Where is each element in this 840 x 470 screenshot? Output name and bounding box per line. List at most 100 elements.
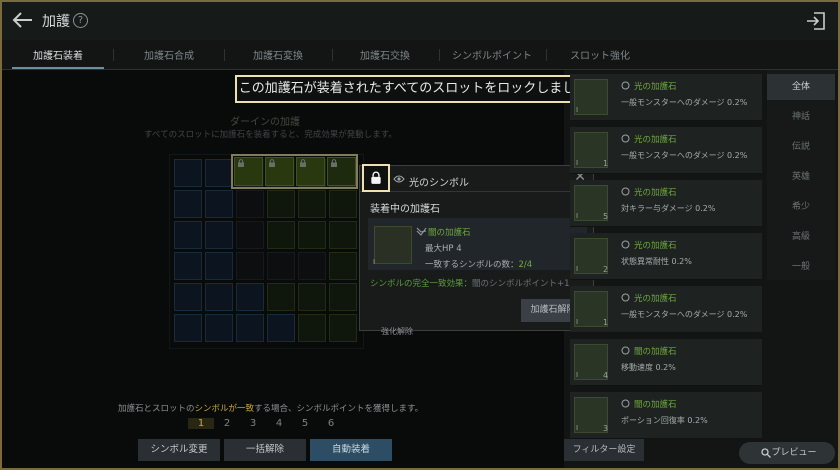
preview-label: プレビュー [771, 448, 817, 458]
stone-count: 2 [603, 265, 609, 274]
page-title: 加護 [42, 14, 70, 30]
page-number[interactable]: 4 [266, 418, 292, 429]
top-bar: 加護 ? [2, 2, 838, 40]
page-number[interactable]: 1 [188, 418, 214, 429]
stone-level: I [576, 212, 579, 220]
symbol-icon [621, 81, 630, 90]
hint-highlight: シンボルが一致 [194, 404, 255, 414]
symbol-change-button[interactable]: シンボル変更 [138, 439, 220, 461]
search-icon [761, 448, 771, 458]
stone-effect: 対キラー与ダメージ 0.2% [621, 204, 716, 213]
symbol-icon [621, 399, 630, 408]
stone-level: I [576, 318, 579, 326]
page-number[interactable]: 5 [292, 418, 318, 429]
stone-count: 1 [603, 159, 609, 168]
stone-level: I [576, 159, 579, 167]
light-symbol-icon [393, 175, 405, 183]
release-all-button[interactable]: 一括解除 [224, 439, 306, 461]
filter-4[interactable]: 希少 [767, 194, 835, 220]
stone-list-item[interactable]: I 3 闇の加護石ポーション回復率 0.2% [570, 392, 762, 439]
filter-1[interactable]: 神話 [767, 104, 835, 130]
stone-name: 闇の加護石 [634, 347, 677, 357]
stone-thumbnail [574, 79, 608, 115]
popup-title: 光のシンボル [409, 178, 469, 189]
stone-name: 光の加護石 [634, 188, 677, 198]
match-value: 2/4 [518, 260, 533, 270]
lock-toggle-button[interactable] [362, 164, 390, 192]
auto-equip-button[interactable]: 自動装着 [310, 439, 392, 461]
page-selector: 123456 [188, 418, 344, 429]
stone-list-item[interactable]: I 4 闇の加護石移動速度 0.2% [570, 339, 762, 386]
stone-count: 1 [603, 318, 609, 327]
popup-subtitle: 装着中の加護石 [370, 204, 440, 215]
grade-filter: 全体神話伝説英雄希少高級一般 [767, 70, 835, 280]
symbol-popup: 光のシンボル ✕ 装着中の加護石 I 闇の加護石 最大HP 4 一致するシンボル… [359, 165, 594, 331]
stone-name: 闇の加護石 [634, 400, 677, 410]
match-label: 一致するシンボルの数： [425, 260, 519, 270]
stone-list-item[interactable]: I 2 光の加護石状態異常耐性 0.2% [570, 233, 762, 280]
tab-convert[interactable]: 加護石変換 [226, 47, 330, 62]
back-arrow-icon[interactable] [12, 11, 34, 29]
stone-list-item[interactable]: I 5 光の加護石対キラー与ダメージ 0.2% [570, 180, 762, 227]
tab-bar: 加護石装着 加護石合成 加護石変換 加護石交換 シンボルポイント スロット強化 [2, 42, 838, 70]
lock-toast: この加護石が装着されたすべてのスロットをロックしました。 [235, 75, 605, 103]
dark-symbol-icon [416, 227, 427, 236]
effect-label: シンボルの完全一致効果： [370, 279, 473, 289]
stone-name: 光の加護石 [634, 294, 677, 304]
stone-thumbnail [374, 226, 412, 264]
stone-level: I [576, 424, 579, 432]
effect-value: 闇のシンボルポイント+1 [472, 279, 570, 289]
stone-level: I [576, 371, 579, 379]
hint-text: 加護石とスロットの [118, 404, 195, 414]
tab-exchange[interactable]: 加護石交換 [333, 47, 437, 62]
filter-0[interactable]: 全体 [767, 74, 835, 100]
tab-slot-enhance[interactable]: スロット強化 [548, 47, 652, 62]
full-match-effect: シンボルの完全一致効果：闇のシンボルポイント+1 [370, 277, 570, 289]
stone-count: 5 [603, 212, 609, 221]
underlying-button: 強化解除 [381, 327, 413, 336]
stone-effect: 移動速度 0.2% [621, 363, 676, 372]
stone-list-item[interactable]: I 光の加護石一般モンスターへのダメージ 0.2% [570, 74, 762, 121]
stone-effect: 一般モンスターへのダメージ 0.2% [621, 98, 748, 107]
stone-effect: 一般モンスターへのダメージ 0.2% [621, 151, 748, 160]
preview-button[interactable]: プレビュー [739, 442, 835, 464]
tab-symbol-point[interactable]: シンボルポイント [440, 47, 544, 62]
popup-header: 光のシンボル ✕ [360, 166, 593, 192]
hint-text: する場合、シンボルポイントを獲得します。 [254, 404, 424, 414]
stone-list-item[interactable]: I 1 光の加護石一般モンスターへのダメージ 0.2% [570, 286, 762, 333]
symbol-icon [621, 187, 630, 196]
filter-2[interactable]: 伝説 [767, 134, 835, 160]
exit-icon[interactable] [806, 11, 826, 31]
stone-level: I [576, 265, 579, 273]
page-number[interactable]: 6 [318, 418, 344, 429]
tab-separator [113, 49, 114, 61]
active-tab-indicator [12, 67, 104, 69]
filter-settings-button[interactable]: フィルター設定 [564, 439, 644, 461]
stone-stat: 最大HP 4 [425, 244, 462, 254]
tab-synthesis[interactable]: 加護石合成 [117, 47, 221, 62]
stone-effect: ポーション回復率 0.2% [621, 416, 708, 425]
stone-name: 光の加護石 [634, 82, 677, 92]
page-number[interactable]: 3 [240, 418, 266, 429]
tab-equip[interactable]: 加護石装着 [6, 47, 110, 62]
stone-effect: 一般モンスターへのダメージ 0.2% [621, 310, 748, 319]
help-icon[interactable]: ? [73, 13, 88, 28]
filter-6[interactable]: 一般 [767, 254, 835, 280]
symbol-icon [621, 240, 630, 249]
stone-effect: 状態異常耐性 0.2% [621, 257, 692, 266]
symbol-match: 一致するシンボルの数：2/4 [425, 258, 532, 270]
filter-5[interactable]: 高級 [767, 224, 835, 250]
page-number[interactable]: 2 [214, 418, 240, 429]
stone-count: 4 [603, 371, 609, 380]
stone-name: 光の加護石 [634, 135, 677, 145]
tab-separator [546, 49, 547, 61]
symbol-icon [621, 293, 630, 302]
filter-3[interactable]: 英雄 [767, 164, 835, 190]
lock-icon [371, 171, 381, 184]
app-window: 加護 ? 加護石装着 加護石合成 加護石変換 加護石交換 シンボルポイント スロ… [0, 0, 840, 470]
stone-name: 光の加護石 [634, 241, 677, 251]
stone-level: I [576, 106, 579, 114]
stone-list-item[interactable]: I 1 光の加護石一般モンスターへのダメージ 0.2% [570, 127, 762, 174]
stone-count: 3 [603, 424, 609, 433]
symbol-icon [621, 346, 630, 355]
